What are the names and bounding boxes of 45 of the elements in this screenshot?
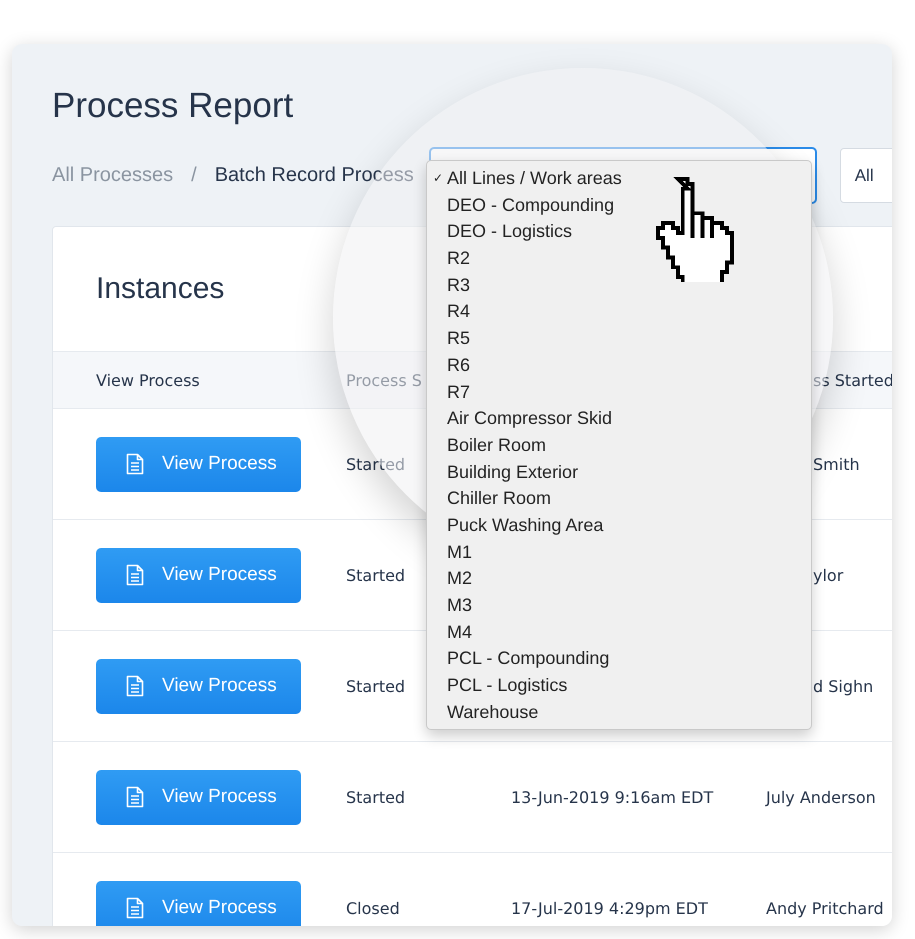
dropdown-option[interactable]: PCL - Compounding: [427, 645, 811, 672]
dropdown-option[interactable]: R2: [427, 245, 811, 272]
table-cell: 13-Jun-2019 9:16am EDT: [511, 788, 714, 806]
table-cell-text: d Sighn: [812, 676, 874, 696]
table-cell: 17-Jul-2019 4:29pm EDT: [511, 898, 708, 918]
dropdown-option[interactable]: DEO - Compounding: [427, 192, 811, 218]
filter-select[interactable]: All: [840, 148, 892, 203]
table-cell: Started: [346, 454, 406, 474]
dropdown-option[interactable]: R4: [427, 298, 811, 326]
document-icon: [126, 564, 144, 586]
dropdown-option[interactable]: M2: [427, 565, 811, 592]
document-icon: [126, 453, 144, 475]
table-cell-text: Smith: [812, 454, 860, 474]
table-cell-text: ylor: [812, 566, 844, 584]
dropdown-option[interactable]: ✓ All Lines / Work areas: [427, 165, 811, 192]
dropdown-option[interactable]: M3: [427, 592, 811, 619]
breadcrumb-item: Batch Record Process: [214, 164, 414, 187]
document-icon: [126, 675, 144, 697]
breadcrumb-separator: /: [191, 164, 197, 187]
column-header: View Process: [96, 370, 201, 390]
table-cell: Started: [346, 676, 406, 696]
dropdown-option[interactable]: M1: [427, 538, 811, 566]
dropdown-option[interactable]: DEO - Logistics: [427, 218, 811, 246]
dropdown-option[interactable]: R3: [427, 272, 811, 298]
page-title: Process Report: [52, 85, 294, 127]
dropdown-option[interactable]: Boiler Room: [427, 432, 811, 459]
document-icon: [126, 897, 144, 919]
dropdown-option[interactable]: PCL - Logistics: [427, 672, 811, 699]
table-cell: Closed: [346, 898, 400, 918]
dropdown-option[interactable]: Chiller Room: [427, 485, 811, 512]
dropdown-option[interactable]: Building Exterior: [427, 458, 811, 486]
column-header: ss Started: [812, 370, 892, 390]
table-cell: Andy Pritchard: [766, 898, 884, 918]
dropdown-option[interactable]: Air Compressor Skid: [427, 405, 811, 432]
dropdown-option[interactable]: R6: [427, 352, 811, 378]
table-cell: Started: [346, 566, 406, 584]
dropdown-option[interactable]: R5: [427, 325, 811, 352]
dropdown-option[interactable]: Warehouse: [427, 698, 811, 726]
dropdown-option[interactable]: R7: [427, 378, 811, 406]
table-cell: July Anderson: [766, 788, 876, 806]
dropdown-option[interactable]: Puck Washing Area: [427, 512, 811, 539]
column-header: Process S: [346, 370, 423, 390]
dropdown-option[interactable]: M4: [427, 618, 811, 646]
table-cell: Started: [346, 788, 406, 806]
document-icon: [126, 786, 144, 808]
